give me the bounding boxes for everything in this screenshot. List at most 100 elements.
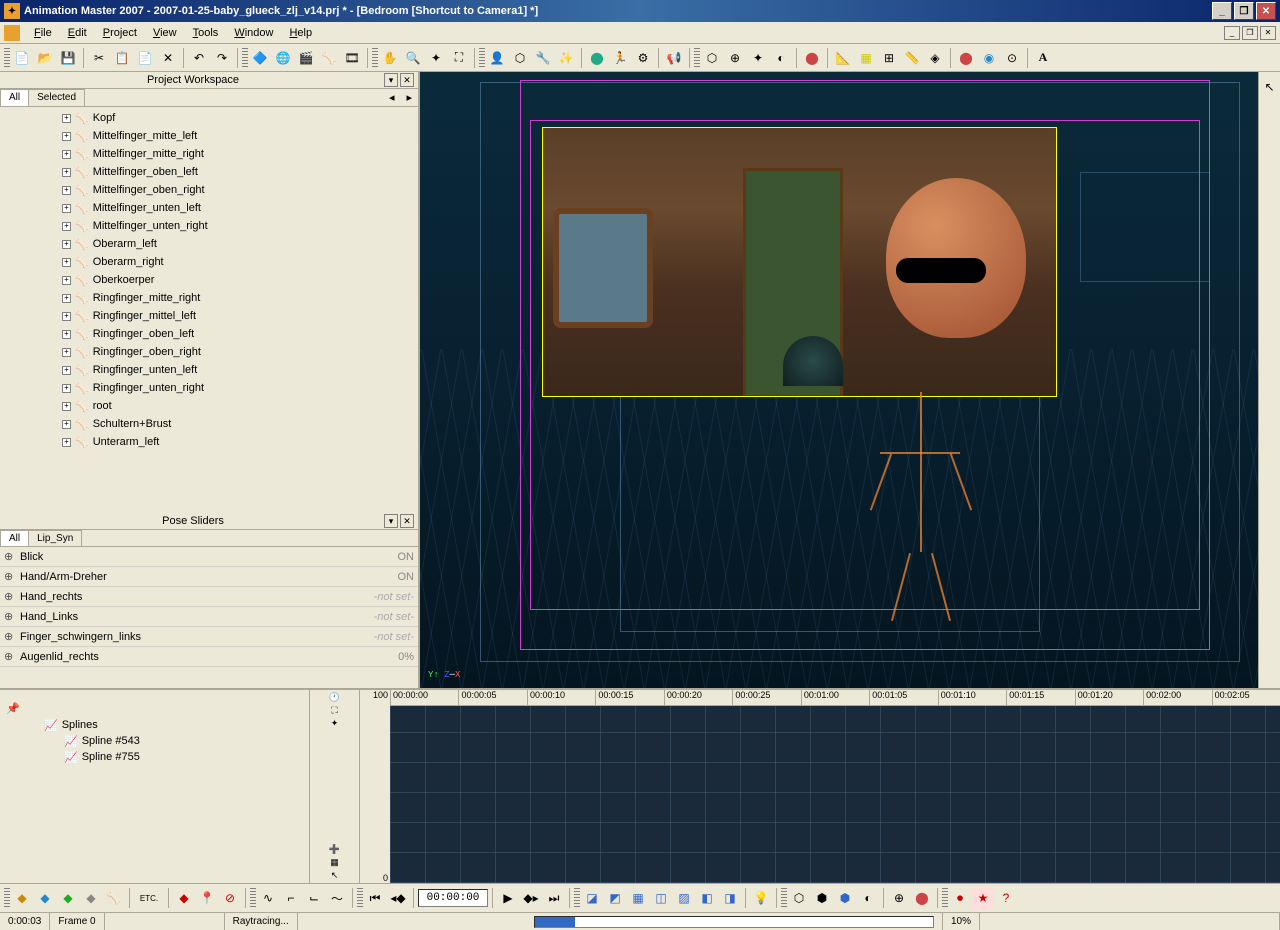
- mode-1[interactable]: 👤: [486, 47, 508, 69]
- tree-item[interactable]: +🦴Ringfinger_mitte_right: [2, 289, 416, 307]
- ruler-tick[interactable]: 00:00:00: [390, 690, 458, 705]
- tool-1[interactable]: 🔷: [249, 47, 271, 69]
- tree-label[interactable]: Mittelfinger_oben_right: [93, 184, 205, 196]
- ruler-tick[interactable]: 00:00:15: [595, 690, 663, 705]
- tree-item[interactable]: +🦴Mittelfinger_mitte_left: [2, 127, 416, 145]
- expander-icon[interactable]: +: [62, 204, 71, 213]
- play-button[interactable]: ▶: [497, 887, 519, 909]
- expander-icon[interactable]: +: [62, 294, 71, 303]
- cube-5[interactable]: ▨: [673, 887, 695, 909]
- expander-icon[interactable]: +: [62, 348, 71, 357]
- tree-label[interactable]: Mittelfinger_oben_left: [93, 166, 198, 178]
- ruler-tick[interactable]: 00:01:20: [1075, 690, 1143, 705]
- cube-1[interactable]: ◪: [581, 887, 603, 909]
- key-tool-4[interactable]: ◆: [80, 887, 102, 909]
- viewport-3d[interactable]: Y↑ Z─X: [420, 72, 1258, 688]
- ruler-tick[interactable]: 00:01:10: [938, 690, 1006, 705]
- slider-row[interactable]: ⊕Augenlid_rechts0%: [0, 647, 418, 667]
- mode-6[interactable]: 🏃: [609, 47, 631, 69]
- timeline-graph[interactable]: 00:00:0000:00:0500:00:1000:00:1500:00:20…: [390, 690, 1280, 883]
- cut-button[interactable]: ✂: [88, 47, 110, 69]
- obj-6[interactable]: ⬤: [911, 887, 933, 909]
- workspace-dropdown[interactable]: ▾: [384, 73, 398, 87]
- fit-button[interactable]: ⛶: [448, 47, 470, 69]
- key-tool-2[interactable]: ◆: [34, 887, 56, 909]
- slider-row[interactable]: ⊕Hand_Links-not set-: [0, 607, 418, 627]
- tree-label[interactable]: Oberarm_right: [93, 256, 164, 268]
- edit-1[interactable]: 📐: [832, 47, 854, 69]
- obj-3[interactable]: ⬢: [834, 887, 856, 909]
- tree-item[interactable]: +🦴Ringfinger_unten_right: [2, 379, 416, 397]
- ruler-tick[interactable]: 00:00:20: [664, 690, 732, 705]
- curve-2[interactable]: ⌐: [280, 887, 302, 909]
- tree-item[interactable]: +🦴Oberkoerper: [2, 271, 416, 289]
- key-lock[interactable]: ⊘: [219, 887, 241, 909]
- paste-button[interactable]: 📄: [134, 47, 156, 69]
- mdi-close[interactable]: ✕: [1260, 26, 1276, 40]
- curve-1[interactable]: ∿: [257, 887, 279, 909]
- mode-4[interactable]: ✨: [555, 47, 577, 69]
- mode-3[interactable]: 🔧: [532, 47, 554, 69]
- prev-key[interactable]: ◂◆: [387, 887, 409, 909]
- render-2[interactable]: ◉: [978, 47, 1000, 69]
- ruler-tick[interactable]: 00:01:15: [1006, 690, 1074, 705]
- key-del[interactable]: 📍: [196, 887, 218, 909]
- tree-label[interactable]: Ringfinger_unten_right: [93, 382, 204, 394]
- mode-8[interactable]: 📢: [663, 47, 685, 69]
- slider-row[interactable]: ⊕Hand/Arm-DreherON: [0, 567, 418, 587]
- expander-icon[interactable]: +: [62, 222, 71, 231]
- expander-icon[interactable]: +: [62, 438, 71, 447]
- tree-item[interactable]: +🦴Mittelfinger_unten_right: [2, 217, 416, 235]
- workspace-close[interactable]: ✕: [400, 73, 414, 87]
- tree-label[interactable]: Schultern+Brust: [93, 418, 172, 430]
- mode-5[interactable]: ⬤: [586, 47, 608, 69]
- slider-row[interactable]: ⊕Finger_schwingern_links-not set-: [0, 627, 418, 647]
- time-display[interactable]: [418, 889, 488, 907]
- redo-button[interactable]: ↷: [211, 47, 233, 69]
- tree-label[interactable]: Mittelfinger_unten_left: [93, 202, 201, 214]
- expander-icon[interactable]: +: [62, 168, 71, 177]
- cube-2[interactable]: ◩: [604, 887, 626, 909]
- save-button[interactable]: 💾: [57, 47, 79, 69]
- tl-expand-icon[interactable]: ⛶: [331, 705, 337, 716]
- pushpin-icon[interactable]: 📌: [6, 703, 20, 715]
- tree-item[interactable]: +🦴Kopf: [2, 109, 416, 127]
- tree-label[interactable]: Ringfinger_mittel_left: [93, 310, 196, 322]
- obj-2[interactable]: ⬢: [811, 887, 833, 909]
- tree-item[interactable]: +🦴Ringfinger_mittel_left: [2, 307, 416, 325]
- menu-file[interactable]: FFileile: [26, 25, 60, 41]
- tool-3[interactable]: 🎬: [295, 47, 317, 69]
- menu-help[interactable]: Help: [281, 25, 320, 41]
- tree-item[interactable]: +🦴Oberarm_left: [2, 235, 416, 253]
- expander-icon[interactable]: +: [62, 384, 71, 393]
- obj-5[interactable]: ⊕: [888, 887, 910, 909]
- ruler-tick[interactable]: 00:00:10: [527, 690, 595, 705]
- tl-grid-icon[interactable]: ▦: [330, 857, 339, 868]
- expander-icon[interactable]: +: [62, 150, 71, 159]
- timeline-tree-item[interactable]: 📈Spline #543: [4, 733, 305, 749]
- timeline-tree-item[interactable]: 📈Spline #755: [4, 749, 305, 765]
- rec-button[interactable]: ⏺: [949, 887, 971, 909]
- cube-4[interactable]: ◫: [650, 887, 672, 909]
- obj-1[interactable]: ⬡: [788, 887, 810, 909]
- slider-row[interactable]: ⊕BlickON: [0, 547, 418, 567]
- expander-icon[interactable]: +: [62, 366, 71, 375]
- tree-item[interactable]: +🦴Mittelfinger_mitte_right: [2, 145, 416, 163]
- tree-label[interactable]: Oberkoerper: [93, 274, 155, 286]
- edit-4[interactable]: 📏: [901, 47, 923, 69]
- cube-3[interactable]: ▦: [627, 887, 649, 909]
- mdi-restore[interactable]: ❐: [1242, 26, 1258, 40]
- restore-button[interactable]: ❐: [1234, 2, 1254, 20]
- draw-2[interactable]: ⊕: [724, 47, 746, 69]
- tree-item[interactable]: +🦴Mittelfinger_unten_left: [2, 199, 416, 217]
- tab-all[interactable]: All: [0, 89, 29, 106]
- pan-button[interactable]: ✋: [379, 47, 401, 69]
- menu-edit[interactable]: Edit: [60, 25, 95, 41]
- ruler-tick[interactable]: 00:02:00: [1143, 690, 1211, 705]
- ruler-tick[interactable]: 00:00:25: [732, 690, 800, 705]
- tab-scroll-right[interactable]: ▸: [400, 89, 418, 106]
- curve-3[interactable]: ⌙: [303, 887, 325, 909]
- etc-button[interactable]: ETC.: [134, 887, 164, 909]
- key-tool-5[interactable]: 🦴: [103, 887, 125, 909]
- tree-item[interactable]: +🦴Mittelfinger_oben_left: [2, 163, 416, 181]
